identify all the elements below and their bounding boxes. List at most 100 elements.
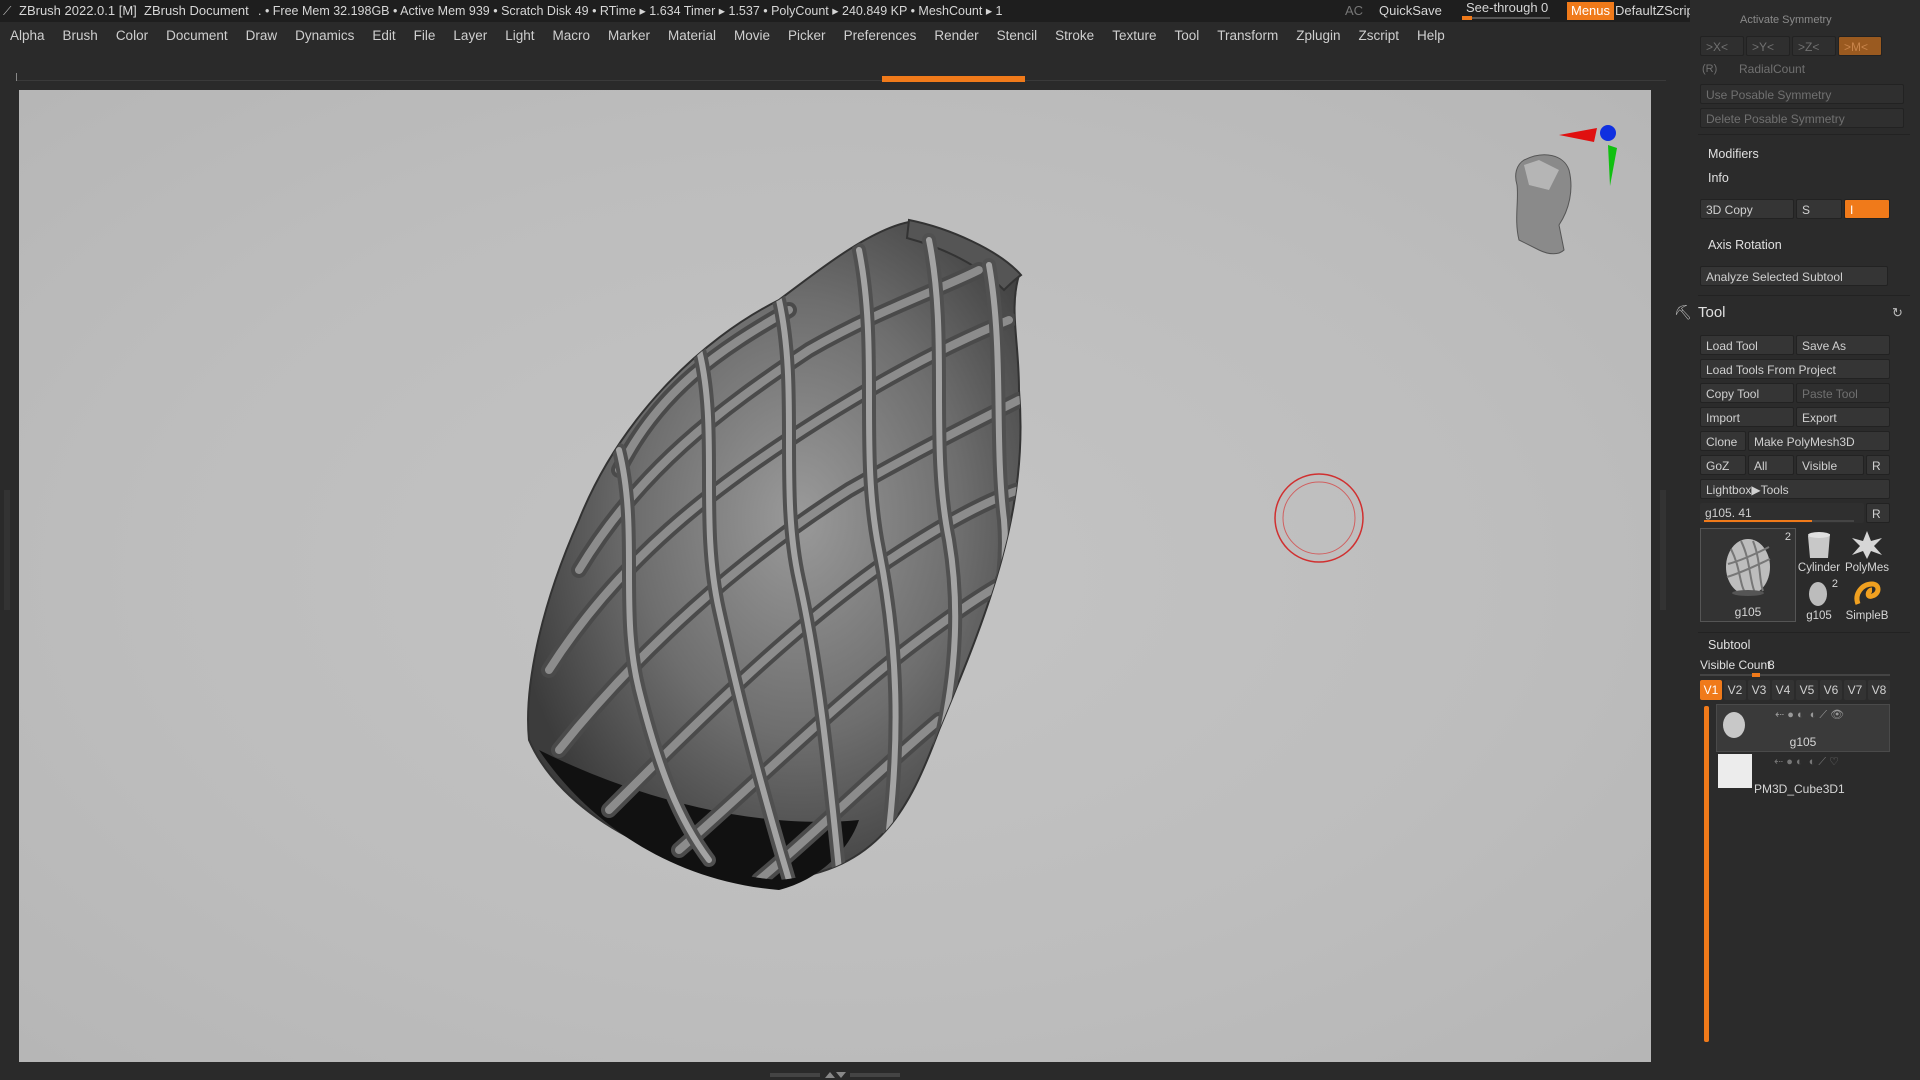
menu-brush[interactable]: Brush <box>53 22 106 50</box>
left-tray-grip[interactable] <box>4 490 10 610</box>
top-shelf <box>0 50 1675 90</box>
reset-icon[interactable]: ↻ <box>1892 305 1903 321</box>
divider <box>1698 632 1910 633</box>
polymesh-thumb-name: PolyMes <box>1844 562 1890 574</box>
subtool-g105-controls[interactable]: ⇠ ● ◐ ◐ ⟋ 👁 <box>1775 708 1844 722</box>
subtool-row-g105[interactable]: ⇠ ● ◐ ◐ ⟋ 👁 g105 <box>1716 704 1890 752</box>
menu-transform[interactable]: Transform <box>1207 22 1286 50</box>
make-polymesh3d-button[interactable]: Make PolyMesh3D <box>1748 431 1890 451</box>
menu-preferences[interactable]: Preferences <box>834 22 925 50</box>
sym-y-button[interactable]: >Y< <box>1746 36 1790 56</box>
document-canvas[interactable] <box>19 90 1651 1062</box>
navigation-gizmo-icon[interactable] <box>1515 125 1617 255</box>
goz-all-button[interactable]: All <box>1748 455 1794 475</box>
i-value-field[interactable]: I <box>1844 199 1890 219</box>
axis-rotation-subpalette[interactable]: Axis Rotation <box>1708 238 1782 252</box>
cylinder-thumb-icon <box>1808 532 1830 558</box>
small-thumb-name: g105 <box>1806 610 1832 622</box>
menu-document[interactable]: Document <box>156 22 236 50</box>
paste-tool-button[interactable]: Paste Tool <box>1796 383 1890 403</box>
sym-x-button[interactable]: >X< <box>1700 36 1744 56</box>
menu-edit[interactable]: Edit <box>362 22 403 50</box>
subtool-cube-thumb-icon <box>1718 754 1752 788</box>
tab-v2[interactable]: V2 <box>1724 680 1746 700</box>
load-tools-from-project-button[interactable]: Load Tools From Project <box>1700 359 1890 379</box>
goz-r-button[interactable]: R <box>1866 455 1890 475</box>
menu-alpha[interactable]: Alpha <box>0 22 53 50</box>
current-tool-slider-fill <box>1704 520 1812 522</box>
lightbox-tools-button[interactable]: Lightbox▶Tools <box>1700 479 1890 499</box>
tool-thumb-polymesh[interactable]: PolyMes <box>1844 528 1890 574</box>
quicksave-button[interactable]: QuickSave <box>1379 0 1442 22</box>
radial-count-slider[interactable]: RadialCount <box>1734 59 1904 79</box>
tool-pin-icon[interactable]: ⛏ <box>1674 304 1692 321</box>
tab-v4[interactable]: V4 <box>1772 680 1794 700</box>
tool-thumb-cylinder[interactable]: Cylinder <box>1796 528 1842 574</box>
load-tool-button[interactable]: Load Tool <box>1700 335 1794 355</box>
menu-marker[interactable]: Marker <box>598 22 658 50</box>
menu-render[interactable]: Render <box>924 22 986 50</box>
tool-thumb-g105-main[interactable]: 2 g105 <box>1700 528 1796 622</box>
modifiers-subpalette[interactable]: Modifiers <box>1708 147 1759 161</box>
tab-v1[interactable]: V1 <box>1700 680 1722 700</box>
document-title: ZBrush Document <box>144 3 249 18</box>
use-posable-symmetry-button[interactable]: Use Posable Symmetry <box>1700 84 1904 104</box>
menu-dynamics[interactable]: Dynamics <box>285 22 362 50</box>
ac-button[interactable]: AC <box>1345 0 1363 22</box>
import-button[interactable]: Import <box>1700 407 1794 427</box>
goz-button[interactable]: GoZ <box>1700 455 1746 475</box>
current-tool-label: g105. 41 <box>1705 506 1752 520</box>
goz-visible-button[interactable]: Visible <box>1796 455 1864 475</box>
sym-m-button[interactable]: >M< <box>1838 36 1882 56</box>
menu-stencil[interactable]: Stencil <box>987 22 1046 50</box>
visible-count-slider[interactable]: Visible Count 8 <box>1700 656 1890 677</box>
menu-tool[interactable]: Tool <box>1164 22 1207 50</box>
right-tray-grip[interactable] <box>1660 490 1666 610</box>
tab-v3[interactable]: V3 <box>1748 680 1770 700</box>
copy-3d-button[interactable]: 3D Copy <box>1700 199 1794 219</box>
sym-z-button[interactable]: >Z< <box>1792 36 1836 56</box>
tab-v5[interactable]: V5 <box>1796 680 1818 700</box>
tab-v6[interactable]: V6 <box>1820 680 1842 700</box>
tool-r-button[interactable]: R <box>1866 503 1890 523</box>
delete-posable-symmetry-button[interactable]: Delete Posable Symmetry <box>1700 108 1904 128</box>
menu-layer[interactable]: Layer <box>443 22 495 50</box>
export-button[interactable]: Export <box>1796 407 1890 427</box>
symmetry-header: Activate Symmetry <box>1740 14 1832 26</box>
menu-picker[interactable]: Picker <box>778 22 834 50</box>
subtool-subpalette[interactable]: Subtool <box>1708 638 1750 652</box>
tool-thumb-g105-small[interactable]: 2 g105 <box>1796 576 1842 622</box>
save-as-button[interactable]: Save As <box>1796 335 1890 355</box>
menu-material[interactable]: Material <box>658 22 724 50</box>
menu-color[interactable]: Color <box>106 22 156 50</box>
menu-light[interactable]: Light <box>495 22 542 50</box>
subtool-scrollbar[interactable] <box>1704 706 1709 1042</box>
subtool-cube-controls[interactable]: ⇠ ● ◐ ◐ ⟋ ♡ <box>1774 755 1839 769</box>
default-zscript-button[interactable]: DefaultZScript <box>1615 0 1697 22</box>
current-tool-slider-track <box>1704 520 1854 522</box>
subtool-row-pm3d-cube[interactable]: ⇠ ● ◐ ◐ ⟋ ♡ PM3D_Cube3D1 <box>1716 752 1888 798</box>
menu-file[interactable]: File <box>404 22 444 50</box>
menu-stroke[interactable]: Stroke <box>1045 22 1102 50</box>
copy-tool-button[interactable]: Copy Tool <box>1700 383 1794 403</box>
menu-movie[interactable]: Movie <box>724 22 778 50</box>
tab-v8[interactable]: V8 <box>1868 680 1890 700</box>
current-tool-slider[interactable]: g105. 41 <box>1700 503 1864 523</box>
seethrough-slider[interactable] <box>1462 16 1550 20</box>
tab-v7[interactable]: V7 <box>1844 680 1866 700</box>
tool-palette-title[interactable]: Tool <box>1698 304 1726 321</box>
menu-texture[interactable]: Texture <box>1102 22 1164 50</box>
menu-zscript[interactable]: Zscript <box>1349 22 1408 50</box>
star-thumb-icon <box>1852 531 1882 559</box>
s-button[interactable]: S <box>1796 199 1842 219</box>
info-subpalette[interactable]: Info <box>1708 171 1729 185</box>
menus-toggle-button[interactable]: Menus <box>1567 2 1615 20</box>
bottom-tray-grip[interactable] <box>770 1070 900 1080</box>
clone-button[interactable]: Clone <box>1700 431 1746 451</box>
menu-help[interactable]: Help <box>1407 22 1453 50</box>
menu-draw[interactable]: Draw <box>236 22 286 50</box>
tool-thumb-simplebrush[interactable]: SimpleB <box>1844 576 1890 622</box>
menu-macro[interactable]: Macro <box>542 22 598 50</box>
analyze-selected-subtool-button[interactable]: Analyze Selected Subtool <box>1700 266 1888 286</box>
menu-zplugin[interactable]: Zplugin <box>1286 22 1348 50</box>
